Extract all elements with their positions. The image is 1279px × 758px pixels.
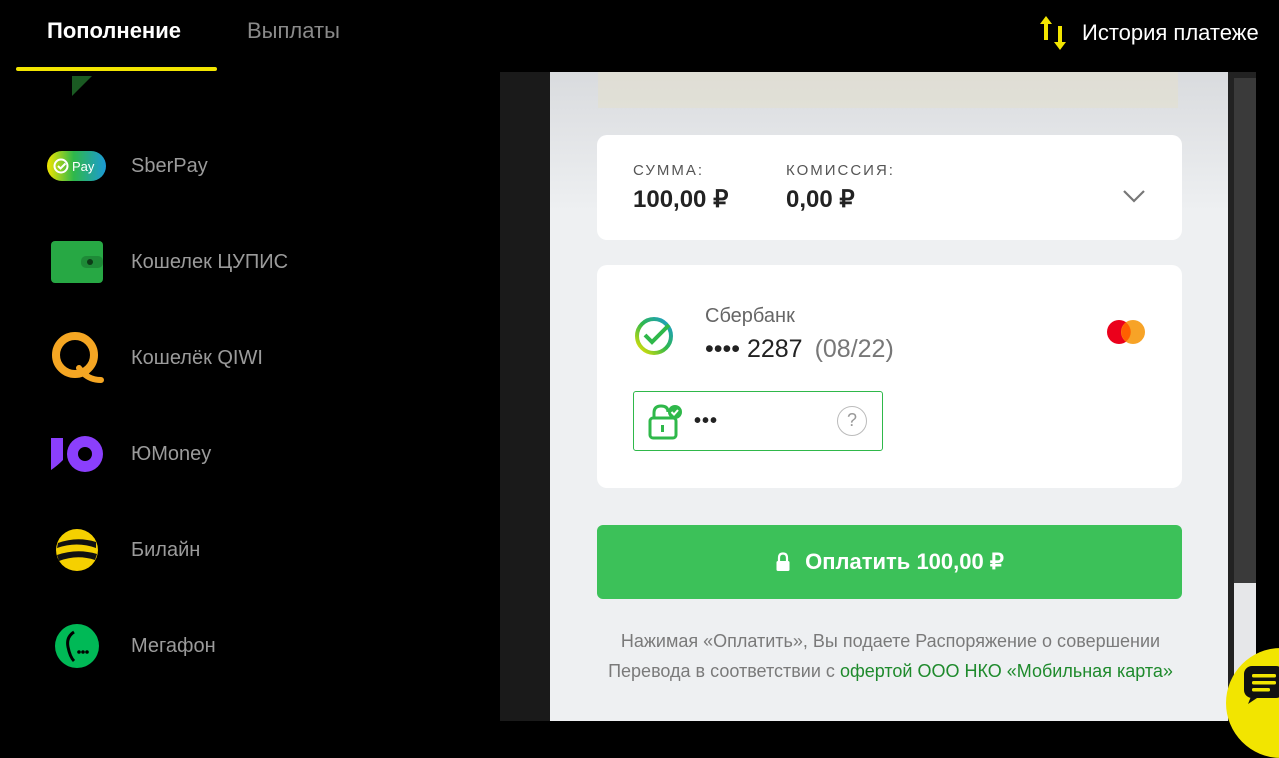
- sberpay-icon: Pay: [47, 151, 106, 181]
- fee-label: КОМИССИЯ:: [786, 162, 895, 179]
- partial-icon: [72, 76, 92, 96]
- notice-banner: [598, 72, 1178, 108]
- chevron-down-icon[interactable]: [1121, 187, 1147, 205]
- card-number: •••• 2287 (08/22): [705, 335, 894, 364]
- terms-text: Нажимая «Оплатить», Вы подаете Распоряже…: [598, 626, 1183, 686]
- sum-value: 100,00 ₽: [633, 186, 729, 213]
- sberbank-logo-icon: [635, 317, 673, 355]
- qiwi-icon: [52, 332, 104, 383]
- panel-gap: [500, 72, 550, 721]
- chat-icon: [1244, 666, 1279, 704]
- saved-card[interactable]: Сбербанк •••• 2287 (08/22) ••• ?: [597, 265, 1182, 488]
- wallet-icon: [51, 241, 103, 283]
- method-label: SberPay: [131, 154, 208, 177]
- offer-link[interactable]: офертой ООО НКО «Мобильная карта»: [840, 661, 1173, 681]
- scrollbar-thumb[interactable]: [1234, 78, 1256, 583]
- card-number-masked: •••• 2287: [705, 335, 803, 363]
- megafon-icon: [55, 624, 99, 668]
- beeline-icon: [56, 529, 98, 571]
- sum-label: СУММА:: [633, 162, 705, 179]
- method-sberpay[interactable]: Pay SberPay: [46, 134, 208, 198]
- cvv-value: •••: [694, 410, 719, 432]
- method-beeline[interactable]: Билайн: [46, 518, 200, 582]
- sberpay-badge-text: Pay: [72, 159, 95, 174]
- lock-icon: [776, 552, 790, 571]
- method-label: Кошелёк QIWI: [131, 346, 263, 369]
- payment-history-label: История платеже: [1082, 20, 1259, 45]
- arrows-up-down-icon: [1040, 16, 1066, 50]
- payment-methods-list: Pay SberPay Кошелек ЦУПИС Кошелёк QIWI Ю…: [0, 72, 500, 721]
- page-edge: [1256, 72, 1279, 721]
- tab-payouts[interactable]: Выплаты: [247, 18, 340, 44]
- method-label: Кошелек ЦУПИС: [131, 250, 289, 273]
- fee-value: 0,00 ₽: [786, 186, 855, 213]
- mastercard-icon: [1107, 320, 1145, 344]
- payment-form: СУММА: 100,00 ₽ КОМИССИЯ: 0,00 ₽ Сбербан…: [550, 72, 1228, 721]
- bank-name: Сбербанк: [705, 305, 795, 327]
- amount-summary[interactable]: СУММА: 100,00 ₽ КОМИССИЯ: 0,00 ₽: [597, 135, 1182, 240]
- method-label: Билайн: [131, 538, 201, 561]
- method-yumoney[interactable]: ЮMoney: [46, 422, 211, 486]
- method-label: Мегафон: [131, 634, 216, 657]
- method-megafon[interactable]: Мегафон: [46, 614, 216, 678]
- yumoney-icon: [51, 436, 103, 472]
- pay-button-label: Оплатить 100,00 ₽: [805, 549, 1004, 574]
- unlocked-lock-icon: [648, 404, 682, 440]
- top-bar: Пополнение Выплаты История платеже: [0, 0, 1279, 72]
- card-expiry: (08/22): [814, 335, 894, 363]
- payment-history-link[interactable]: История платеже: [1038, 14, 1259, 52]
- method-label: ЮMoney: [131, 442, 212, 465]
- method-qiwi[interactable]: Кошелёк QIWI: [46, 326, 263, 390]
- tab-deposit[interactable]: Пополнение: [47, 18, 181, 44]
- help-icon[interactable]: ?: [837, 406, 867, 436]
- active-tab-underline: [16, 67, 217, 71]
- method-cupis-wallet[interactable]: Кошелек ЦУПИС: [46, 230, 288, 294]
- cvv-field[interactable]: ••• ?: [633, 391, 883, 451]
- pay-button[interactable]: Оплатить 100,00 ₽: [597, 525, 1182, 599]
